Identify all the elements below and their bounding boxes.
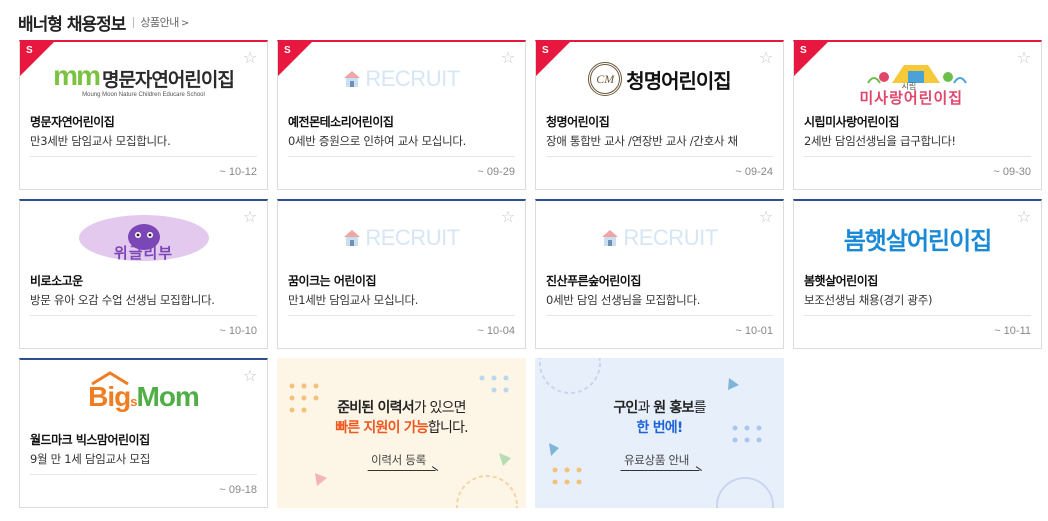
divider — [804, 315, 1031, 316]
resume-promo-banner[interactable]: 준비된 이력서가 있으면 빠른 지원이 가능합니다. 이력서 등록 — [277, 358, 526, 508]
company-name: 봄햇살어린이집 — [804, 274, 878, 288]
job-description: 장애 통합반 교사 /연장반 교사 /간호사 채 — [546, 134, 738, 148]
house-icon — [866, 65, 967, 84]
company-logo: 위글리부 — [20, 207, 267, 269]
deadline-date: ~ 09-29 — [477, 166, 515, 178]
job-card[interactable]: ☆ RECRUIT 진산푸른숲어린이집 0세반 담임 선생님을 모집합니다. ~… — [535, 199, 784, 349]
divider — [546, 315, 773, 316]
job-card[interactable]: S ☆ 시립 미사랑어린이집 시립미사랑어린이집 2세반 담임선생님을 급구합니… — [793, 40, 1042, 190]
company-name: 월드마크 빅스맘어린이집 — [30, 433, 150, 447]
logo-text: BigsMom — [88, 381, 200, 412]
job-card[interactable]: ☆ BigsMom 월드마크 빅스맘어린이집 9월 만 1세 담임교사 모집 ~… — [19, 358, 268, 508]
job-card[interactable]: S ☆ mm 명문자연어린이집 Moung Moon Nature Childr… — [19, 40, 268, 190]
job-card[interactable]: ☆ RECRUIT 꿈이크는 어린이집 만1세반 담임교사 모십니다. ~ 10… — [277, 199, 526, 349]
logo-text: 위글리부 — [113, 244, 174, 262]
roof-icon — [91, 371, 129, 385]
job-description: 0세반 담임 선생님을 모집합니다. — [546, 293, 701, 307]
paid-product-info-button[interactable]: 유료상품 안내 — [619, 452, 700, 471]
job-description: 2세반 담임선생님을 급구합니다! — [804, 134, 956, 148]
logo-text: 봄햇살어린이집 — [843, 226, 993, 255]
company-logo: RECRUIT — [278, 48, 525, 110]
company-logo: RECRUIT — [536, 207, 783, 269]
deadline-date: ~ 09-18 — [219, 484, 257, 496]
job-description: 9월 만 1세 담임교사 모집 — [30, 452, 150, 466]
company-name: 청명어린이집 — [546, 115, 610, 129]
divider — [288, 156, 515, 157]
logo-subtext: Moung Moon Nature Children Educare Schoo… — [82, 92, 205, 98]
job-description: 만3세반 담임교사 모집합니다. — [30, 134, 171, 148]
header-divider — [133, 16, 135, 28]
company-name: 예전몬테소리어린이집 — [288, 115, 394, 129]
job-card[interactable]: ☆ 위글리부 비로소고운 방문 유아 오감 수업 선생님 모집합니다. ~ 10… — [19, 199, 268, 349]
company-name: 시립미사랑어린이집 — [804, 115, 899, 129]
deadline-date: ~ 09-30 — [993, 166, 1031, 178]
job-description: 보조선생님 채용(경기 광주) — [804, 293, 933, 307]
company-logo: RECRUIT — [278, 207, 525, 269]
divider — [30, 156, 257, 157]
company-name: 진산푸른숲어린이집 — [546, 274, 641, 288]
section-title: 배너형 채용정보 — [18, 14, 126, 35]
promo-main-text: 구인과 원 홍보를 한 번에! — [613, 400, 706, 436]
company-logo: 시립 미사랑어린이집 — [794, 48, 1041, 110]
deadline-date: ~ 10-12 — [219, 166, 257, 178]
company-logo: CM 청명어린이집 — [536, 48, 783, 110]
divider — [30, 474, 257, 475]
job-description: 0세반 증원으로 인하여 교사 모십니다. — [288, 134, 466, 148]
chevron-right-icon: > — [180, 18, 189, 29]
deadline-date: ~ 10-01 — [735, 325, 773, 337]
logo-text: 명문자연어린이집 — [101, 69, 235, 91]
job-card[interactable]: ☆ 봄햇살어린이집 봄햇살어린이집 보조선생님 채용(경기 광주) ~ 10-1… — [793, 199, 1042, 349]
deadline-date: ~ 10-11 — [994, 325, 1031, 337]
logo-mark: mm — [53, 60, 101, 91]
divider — [804, 156, 1031, 157]
deadline-date: ~ 10-10 — [219, 325, 257, 337]
job-description: 만1세반 담임교사 모십니다. — [288, 293, 419, 307]
company-name: 꿈이크는 어린이집 — [288, 274, 377, 288]
logo-text: 청명어린이집 — [626, 68, 731, 93]
company-name: 비로소고운 — [30, 274, 83, 288]
house-icon — [344, 71, 361, 87]
product-info-label: 상품안내 — [140, 16, 179, 29]
logo-text: 미사랑어린이집 — [859, 89, 964, 107]
resume-register-button[interactable]: 이력서 등록 — [367, 452, 436, 471]
job-card[interactable]: S ☆ RECRUIT 예전몬테소리어린이집 0세반 증원으로 인하여 교사 모… — [277, 40, 526, 190]
paid-product-promo-banner[interactable]: 구인과 원 홍보를 한 번에! 유료상품 안내 — [535, 358, 784, 508]
deadline-date: ~ 09-24 — [735, 166, 773, 178]
house-icon — [344, 230, 361, 246]
company-logo: mm 명문자연어린이집 Moung Moon Nature Children E… — [20, 48, 267, 110]
company-logo: 봄햇살어린이집 — [794, 207, 1041, 269]
deadline-date: ~ 10-04 — [477, 325, 515, 337]
product-info-link[interactable]: 상품안내 > — [140, 14, 189, 30]
job-card[interactable]: S ☆ CM 청명어린이집 청명어린이집 장애 통합반 교사 /연장반 교사 /… — [535, 40, 784, 190]
divider — [288, 315, 515, 316]
company-name: 명문자연어린이집 — [30, 115, 115, 129]
job-description: 방문 유아 오감 수업 선생님 모집합니다. — [30, 293, 215, 307]
recruit-placeholder-text: RECRUIT — [365, 66, 460, 91]
recruit-placeholder-text: RECRUIT — [365, 225, 460, 250]
cm-emblem: CM — [588, 62, 623, 96]
company-logo: BigsMom — [20, 366, 267, 428]
recruit-placeholder-text: RECRUIT — [623, 225, 718, 250]
promo-main-text: 준비된 이력서가 있으면 빠른 지원이 가능합니다. — [335, 400, 468, 436]
divider — [546, 156, 773, 157]
divider — [30, 315, 257, 316]
section-header: 배너형 채용정보 상품안내 > — [18, 8, 189, 36]
house-icon — [602, 230, 619, 246]
